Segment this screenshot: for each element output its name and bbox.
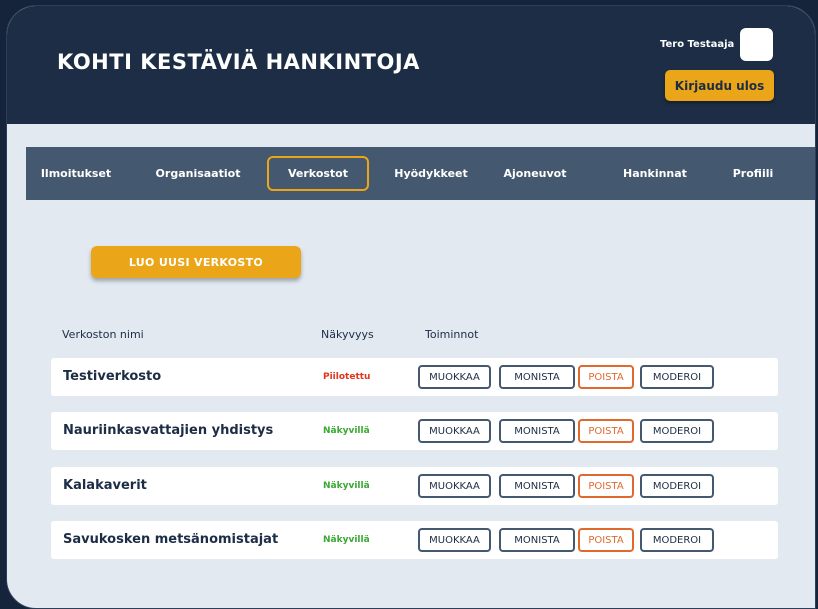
- delete-button[interactable]: POISTA: [578, 474, 634, 498]
- visibility-status: Näkyvillä: [323, 535, 370, 545]
- moderate-button[interactable]: MODEROI: [640, 474, 714, 498]
- avatar[interactable]: [740, 28, 773, 61]
- column-header-name: Verkoston nimi: [62, 328, 144, 341]
- duplicate-button[interactable]: MONISTA: [499, 528, 575, 552]
- nav-item-profiili[interactable]: Profiili: [733, 147, 774, 200]
- edit-button[interactable]: MUOKKAA: [418, 474, 491, 498]
- edit-button[interactable]: MUOKKAA: [418, 365, 491, 389]
- table-row: Testiverkosto Piilotettu MUOKKAA MONISTA…: [51, 358, 778, 396]
- delete-button[interactable]: POISTA: [578, 528, 634, 552]
- column-header-actions: Toiminnot: [425, 328, 479, 341]
- network-name: Savukosken metsänomistajat: [63, 532, 279, 547]
- table-row: Nauriinkasvattajien yhdistys Näkyvillä M…: [51, 412, 778, 450]
- duplicate-button[interactable]: MONISTA: [499, 365, 575, 389]
- table-row: Savukosken metsänomistajat Näkyvillä MUO…: [51, 521, 778, 559]
- network-name: Nauriinkasvattajien yhdistys: [63, 423, 274, 438]
- visibility-status: Näkyvillä: [323, 426, 370, 436]
- nav-item-ajoneuvot[interactable]: Ajoneuvot: [504, 147, 567, 200]
- column-header-visibility: Näkyvyys: [321, 328, 374, 341]
- moderate-button[interactable]: MODEROI: [640, 365, 714, 389]
- top-header: KOHTI KESTÄVIÄ HANKINTOJA Tero Testaaja …: [7, 6, 815, 124]
- duplicate-button[interactable]: MONISTA: [499, 419, 575, 443]
- visibility-status: Näkyvillä: [323, 481, 370, 491]
- edit-button[interactable]: MUOKKAA: [418, 528, 491, 552]
- nav-item-verkostot[interactable]: Verkostot: [267, 156, 369, 191]
- nav-item-organisaatiot[interactable]: Organisaatiot: [156, 147, 241, 200]
- app-title: KOHTI KESTÄVIÄ HANKINTOJA: [57, 50, 420, 74]
- main-nav: Ilmoitukset Organisaatiot Verkostot Hyöd…: [26, 147, 815, 200]
- moderate-button[interactable]: MODEROI: [640, 419, 714, 443]
- visibility-status: Piilotettu: [323, 372, 371, 382]
- delete-button[interactable]: POISTA: [578, 419, 634, 443]
- nav-item-hankinnat[interactable]: Hankinnat: [623, 147, 687, 200]
- app-window: KOHTI KESTÄVIÄ HANKINTOJA Tero Testaaja …: [6, 5, 816, 609]
- nav-item-hyodykkeet[interactable]: Hyödykkeet: [394, 147, 468, 200]
- create-network-button[interactable]: LUO UUSI VERKOSTO: [91, 246, 301, 278]
- moderate-button[interactable]: MODEROI: [640, 528, 714, 552]
- nav-item-ilmoitukset[interactable]: Ilmoitukset: [41, 147, 111, 200]
- edit-button[interactable]: MUOKKAA: [418, 419, 491, 443]
- logout-button[interactable]: Kirjaudu ulos: [665, 70, 774, 101]
- table-row: Kalakaverit Näkyvillä MUOKKAA MONISTA PO…: [51, 467, 778, 505]
- user-name: Tero Testaaja: [660, 39, 735, 50]
- network-name: Testiverkosto: [63, 369, 162, 384]
- delete-button[interactable]: POISTA: [578, 365, 634, 389]
- duplicate-button[interactable]: MONISTA: [499, 474, 575, 498]
- network-name: Kalakaverit: [63, 478, 147, 493]
